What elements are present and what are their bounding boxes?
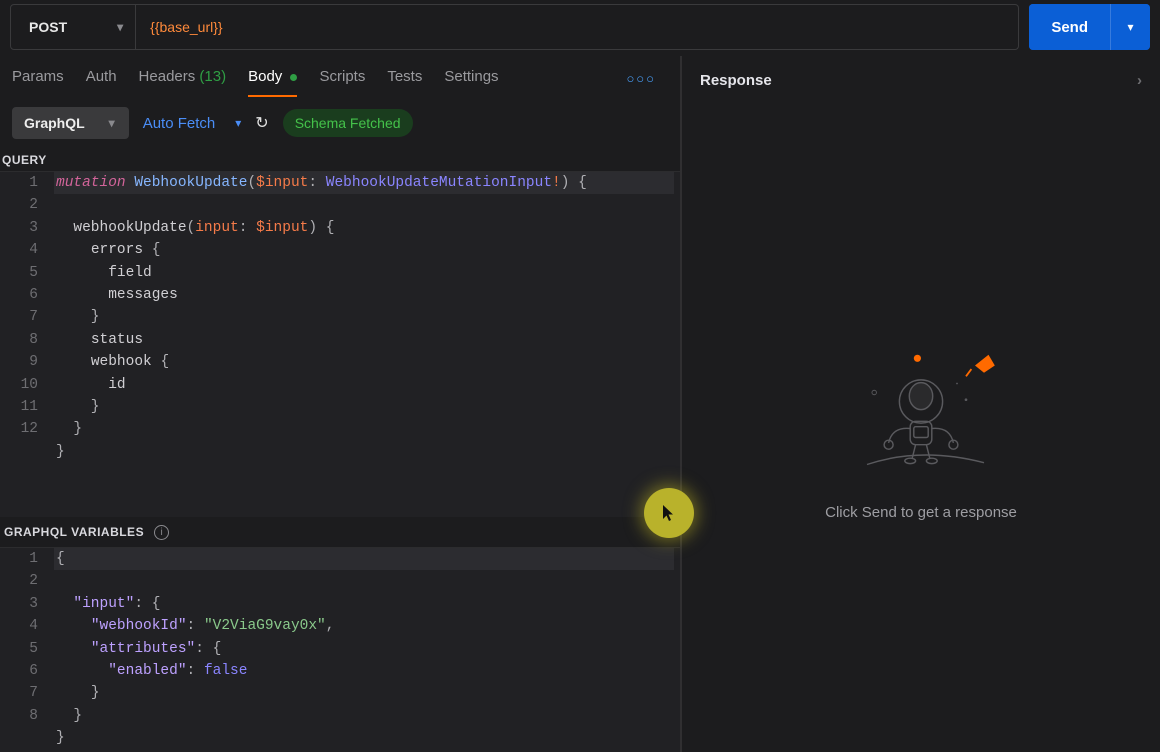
- cursor-icon: [662, 504, 676, 522]
- tab-headers[interactable]: Headers (13): [139, 64, 227, 93]
- schema-status-badge: Schema Fetched: [283, 109, 413, 137]
- tab-scripts[interactable]: Scripts: [319, 64, 365, 93]
- tab-settings[interactable]: Settings: [444, 64, 498, 93]
- http-method-select[interactable]: POST ▾: [11, 5, 136, 49]
- response-title: Response: [700, 72, 772, 89]
- line-number: 12: [0, 418, 38, 440]
- line-number: 3: [0, 593, 38, 615]
- line-number: 6: [0, 284, 38, 306]
- variables-section-label: GRAPHQL VARIABLES: [2, 521, 146, 543]
- line-number: 4: [0, 239, 38, 261]
- response-empty-state: Click Send to get a response: [682, 105, 1160, 752]
- line-number: 10: [0, 374, 38, 396]
- send-button-group: Send ▾: [1029, 4, 1150, 50]
- line-number: 4: [0, 615, 38, 637]
- variables-gutter: 1 2 3 4 5 6 7 8: [0, 548, 54, 752]
- line-number: 1: [0, 548, 38, 570]
- body-mode-label: GraphQL: [24, 115, 85, 131]
- line-number: 3: [0, 217, 38, 239]
- autofetch-toggle[interactable]: Auto Fetch ▾: [143, 115, 242, 132]
- url-input[interactable]: [136, 5, 1018, 49]
- tab-body-label: Body: [248, 68, 282, 85]
- body-toolbar: GraphQL ▾ Auto Fetch ▾ ↻ Schema Fetched: [0, 97, 680, 149]
- line-number: 11: [0, 396, 38, 418]
- send-button[interactable]: Send: [1029, 4, 1110, 50]
- query-section-label: QUERY: [0, 149, 680, 171]
- tab-headers-label: Headers: [139, 68, 196, 85]
- chevron-down-icon: ▾: [235, 116, 241, 130]
- info-icon[interactable]: i: [154, 525, 169, 540]
- response-pane: Response ›: [680, 56, 1160, 752]
- tab-body[interactable]: Body: [248, 64, 297, 93]
- line-number: 1: [0, 172, 38, 194]
- line-number: 8: [0, 329, 38, 351]
- pane-divider-handle[interactable]: [644, 488, 694, 538]
- http-method-label: POST: [29, 19, 67, 35]
- line-number: 8: [0, 705, 38, 727]
- response-empty-message: Click Send to get a response: [825, 504, 1017, 521]
- variables-code-body[interactable]: { "input": { "webhookId": "V2ViaG9vay0x"…: [54, 548, 680, 752]
- response-header: Response ›: [682, 56, 1160, 105]
- line-number: 5: [0, 638, 38, 660]
- chevron-down-icon: ▾: [109, 116, 115, 130]
- line-number: 6: [0, 660, 38, 682]
- line-number: 2: [0, 570, 38, 592]
- chevron-down-icon: ▾: [117, 20, 123, 34]
- autofetch-label: Auto Fetch: [143, 115, 216, 132]
- body-mode-select[interactable]: GraphQL ▾: [12, 107, 129, 139]
- tab-headers-count: (13): [199, 68, 226, 85]
- line-number: 7: [0, 682, 38, 704]
- line-number: 2: [0, 194, 38, 216]
- request-bar: POST ▾ Send ▾: [0, 0, 1160, 56]
- line-number: 7: [0, 306, 38, 328]
- tab-auth[interactable]: Auth: [86, 64, 117, 93]
- url-container: POST ▾: [10, 4, 1019, 50]
- request-tabs: Params Auth Headers (13) Body Scripts Te…: [0, 56, 680, 97]
- query-gutter: 1 2 3 4 5 6 7 8 9 10 11 12: [0, 172, 54, 517]
- query-editor[interactable]: 1 2 3 4 5 6 7 8 9 10 11 12 mutation Webh…: [0, 171, 680, 517]
- chevron-right-icon[interactable]: ›: [1137, 72, 1142, 89]
- send-dropdown[interactable]: ▾: [1110, 4, 1150, 50]
- chevron-down-icon: ▾: [1127, 20, 1133, 34]
- line-number: 5: [0, 262, 38, 284]
- query-code-body[interactable]: mutation WebhookUpdate($input: WebhookUp…: [54, 172, 680, 517]
- request-pane: Params Auth Headers (13) Body Scripts Te…: [0, 56, 680, 752]
- tabs-overflow-icon[interactable]: ○○○: [626, 71, 656, 86]
- refresh-icon[interactable]: ↻: [255, 113, 268, 133]
- tab-tests[interactable]: Tests: [387, 64, 422, 93]
- tab-params[interactable]: Params: [12, 64, 64, 93]
- variables-editor[interactable]: 1 2 3 4 5 6 7 8 { "input": { "webhookId"…: [0, 547, 680, 752]
- astronaut-illustration-icon: [831, 336, 1011, 476]
- line-number: 9: [0, 351, 38, 373]
- body-modified-dot-icon: [290, 74, 297, 81]
